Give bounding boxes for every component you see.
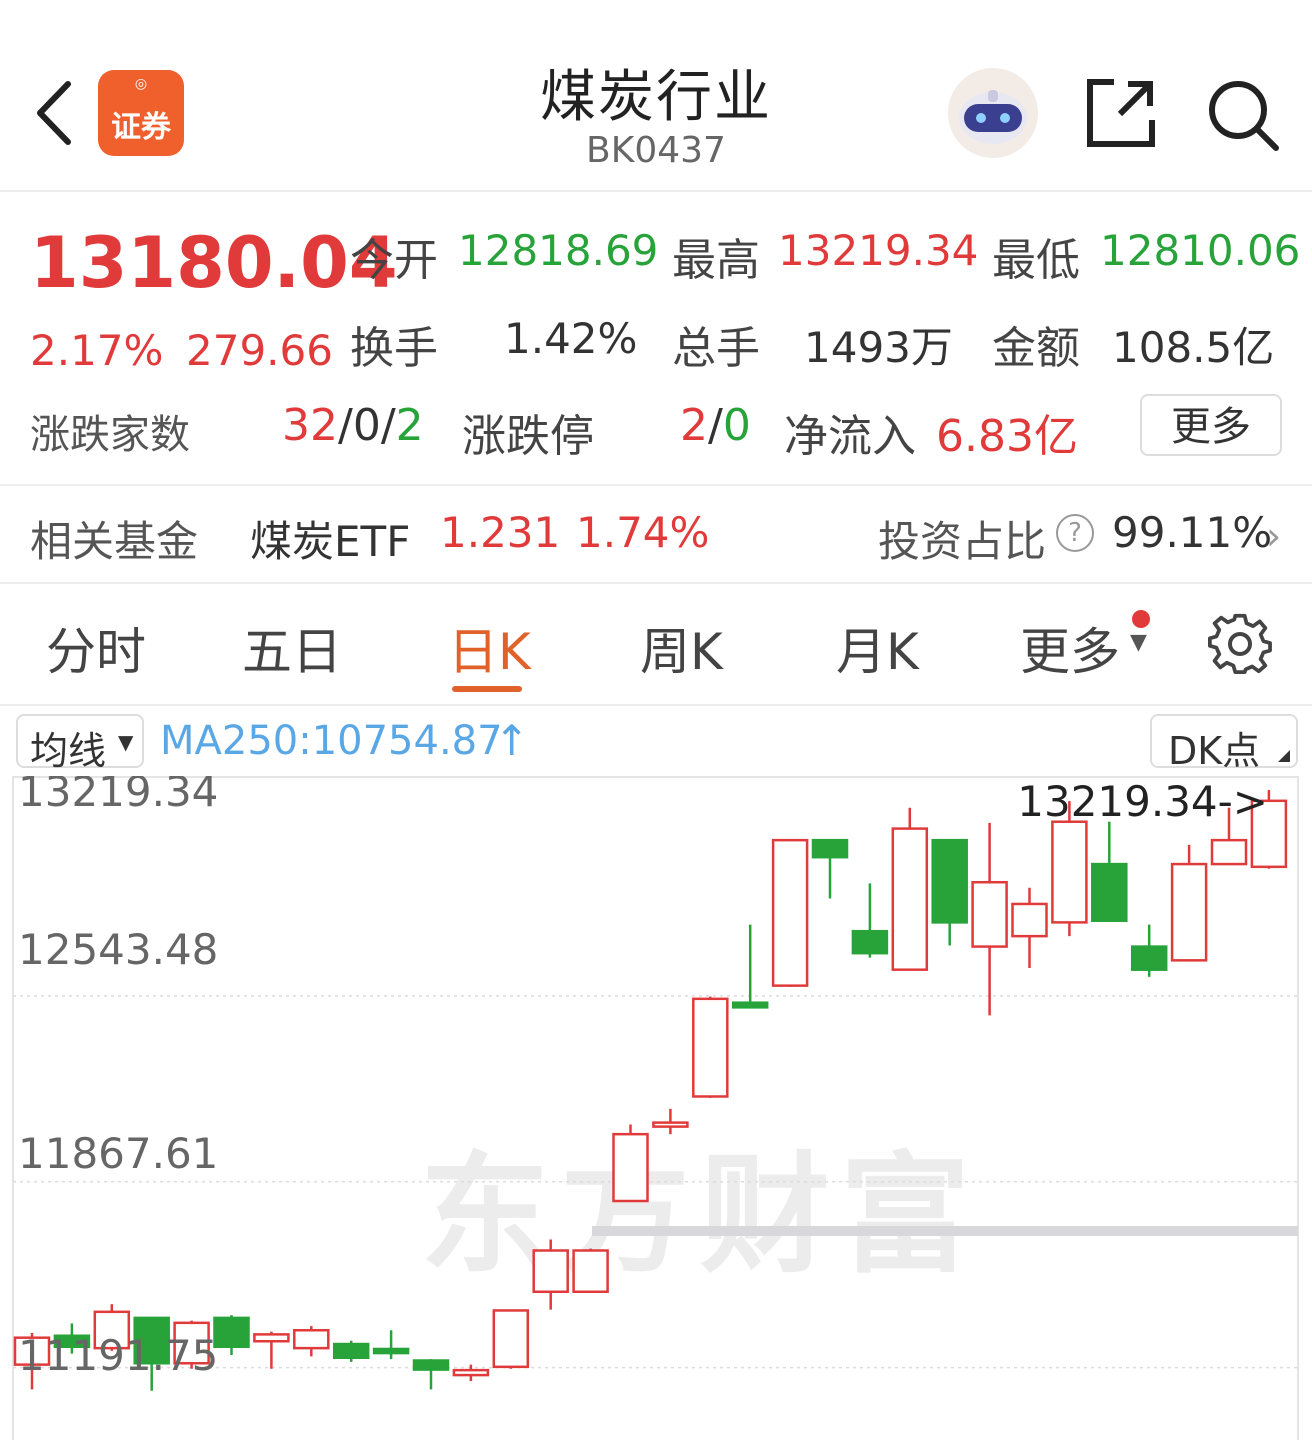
- ma-selector[interactable]: 均线 ▼: [16, 714, 144, 773]
- fund-change: 1.74%: [576, 508, 710, 557]
- candle-body: [851, 929, 889, 955]
- y-axis-label: 13219.34: [18, 776, 218, 816]
- divider: [0, 582, 1312, 584]
- ma250-value: MA250:10754.87: [160, 718, 503, 764]
- candle-body: [1011, 902, 1048, 938]
- more-button[interactable]: 更多: [1140, 394, 1282, 456]
- candle-body: [253, 1333, 290, 1343]
- fund-name[interactable]: 煤炭ETF: [250, 508, 410, 569]
- search-icon[interactable]: [1206, 78, 1280, 152]
- y-axis-label: 11867.61: [18, 1129, 218, 1178]
- tab-weekly-k[interactable]: 周K: [640, 612, 723, 684]
- candle-body: [771, 838, 809, 987]
- active-tab-indicator: [452, 686, 522, 692]
- turnover-label: 换手: [350, 323, 438, 374]
- candle-body: [372, 1347, 410, 1355]
- change-pct: 2.17%: [30, 326, 164, 375]
- dk-point-button[interactable]: DK点: [1150, 714, 1298, 773]
- turnover-value: 1.42%: [504, 314, 638, 363]
- netflow-value: 6.83亿: [936, 411, 1078, 462]
- candle-body: [1051, 820, 1088, 924]
- candle-body: [532, 1249, 569, 1294]
- tab-intraday[interactable]: 分时: [46, 612, 146, 684]
- candle-body: [891, 827, 929, 971]
- open-value: 12818.69: [458, 226, 659, 275]
- candle-body: [931, 838, 968, 924]
- candlestick-chart[interactable]: 13219.34 12543.48 11867.61 11191.75 13219.34…: [0, 776, 1312, 1440]
- share-icon[interactable]: [1084, 76, 1158, 150]
- candle-body: [452, 1368, 490, 1377]
- y-axis-label: 12543.48: [18, 925, 218, 974]
- candle-body: [731, 1001, 769, 1009]
- limit-count: 2/0: [680, 400, 751, 451]
- tab-monthly-k[interactable]: 月K: [836, 612, 919, 684]
- divider: [0, 190, 1312, 192]
- limit-up: 2: [680, 400, 708, 451]
- price-level-line: [592, 1226, 1298, 1236]
- caret-down-icon: ▼: [118, 730, 134, 754]
- change-abs: 279.66: [186, 326, 333, 375]
- tab-daily-k[interactable]: 日K: [448, 612, 531, 684]
- amount-value: 108.5亿: [1112, 323, 1275, 372]
- up-count: 32: [282, 400, 338, 451]
- candle-body: [412, 1359, 450, 1371]
- volume-value: 1493万: [804, 323, 953, 372]
- candle-body: [692, 997, 729, 1098]
- flat-count: 0: [352, 400, 381, 451]
- limit-label: 涨跌停: [462, 411, 594, 462]
- candle-body: [492, 1309, 530, 1369]
- candle-body: [293, 1329, 330, 1350]
- high-price-annotation: 13219.34->: [1017, 777, 1268, 826]
- candle-body: [1091, 862, 1128, 922]
- low-label: 最低: [992, 235, 1080, 286]
- candle-body: [1170, 862, 1208, 962]
- candle-body: [811, 838, 849, 859]
- fund-label: 相关基金: [30, 517, 199, 566]
- open-label: 今开: [350, 235, 438, 286]
- candle-body: [572, 1249, 609, 1294]
- candle-body: [612, 1132, 649, 1203]
- down-count: 2: [395, 400, 424, 451]
- help-icon[interactable]: ?: [1056, 514, 1094, 552]
- settings-gear-icon[interactable]: [1208, 612, 1272, 676]
- amount-label: 金额: [992, 323, 1080, 374]
- tab-more[interactable]: 更多: [1020, 612, 1120, 684]
- last-price: 13180.04: [30, 222, 398, 304]
- divider: [0, 484, 1312, 486]
- low-value: 12810.06: [1100, 226, 1301, 275]
- fund-price: 1.231: [440, 508, 561, 557]
- high-label: 最高: [672, 235, 760, 286]
- candle-body: [652, 1121, 689, 1128]
- candle-body: [332, 1342, 370, 1360]
- corner-triangle-icon: [1278, 750, 1290, 762]
- high-value: 13219.34: [778, 226, 979, 275]
- chevron-right-icon[interactable]: ›: [1266, 514, 1281, 558]
- limit-down: 0: [722, 400, 751, 451]
- notification-dot: [1132, 610, 1150, 628]
- candle-body: [213, 1316, 250, 1349]
- more-dropdown-icon[interactable]: ▼: [1130, 630, 1147, 655]
- volume-label: 总手: [672, 323, 760, 374]
- candle-body: [1210, 838, 1248, 866]
- ma-selector-label: 均线: [30, 729, 107, 773]
- updown-count: 32/0/2: [282, 400, 424, 451]
- robot-assistant-icon[interactable]: [948, 68, 1038, 158]
- candle-body: [1130, 945, 1168, 971]
- tab-five-day[interactable]: 五日: [242, 612, 342, 684]
- candle-body: [971, 880, 1008, 948]
- divider: [0, 704, 1312, 706]
- updown-count-label: 涨跌家数: [30, 412, 190, 458]
- ratio-value: 99.11%: [1112, 508, 1273, 557]
- netflow-label: 净流入: [784, 411, 916, 462]
- ratio-label: 投资占比: [878, 517, 1047, 566]
- up-arrow-icon: ↑: [494, 716, 530, 765]
- dk-point-label: DK点: [1168, 729, 1261, 773]
- y-axis-label: 11191.75: [18, 1331, 218, 1380]
